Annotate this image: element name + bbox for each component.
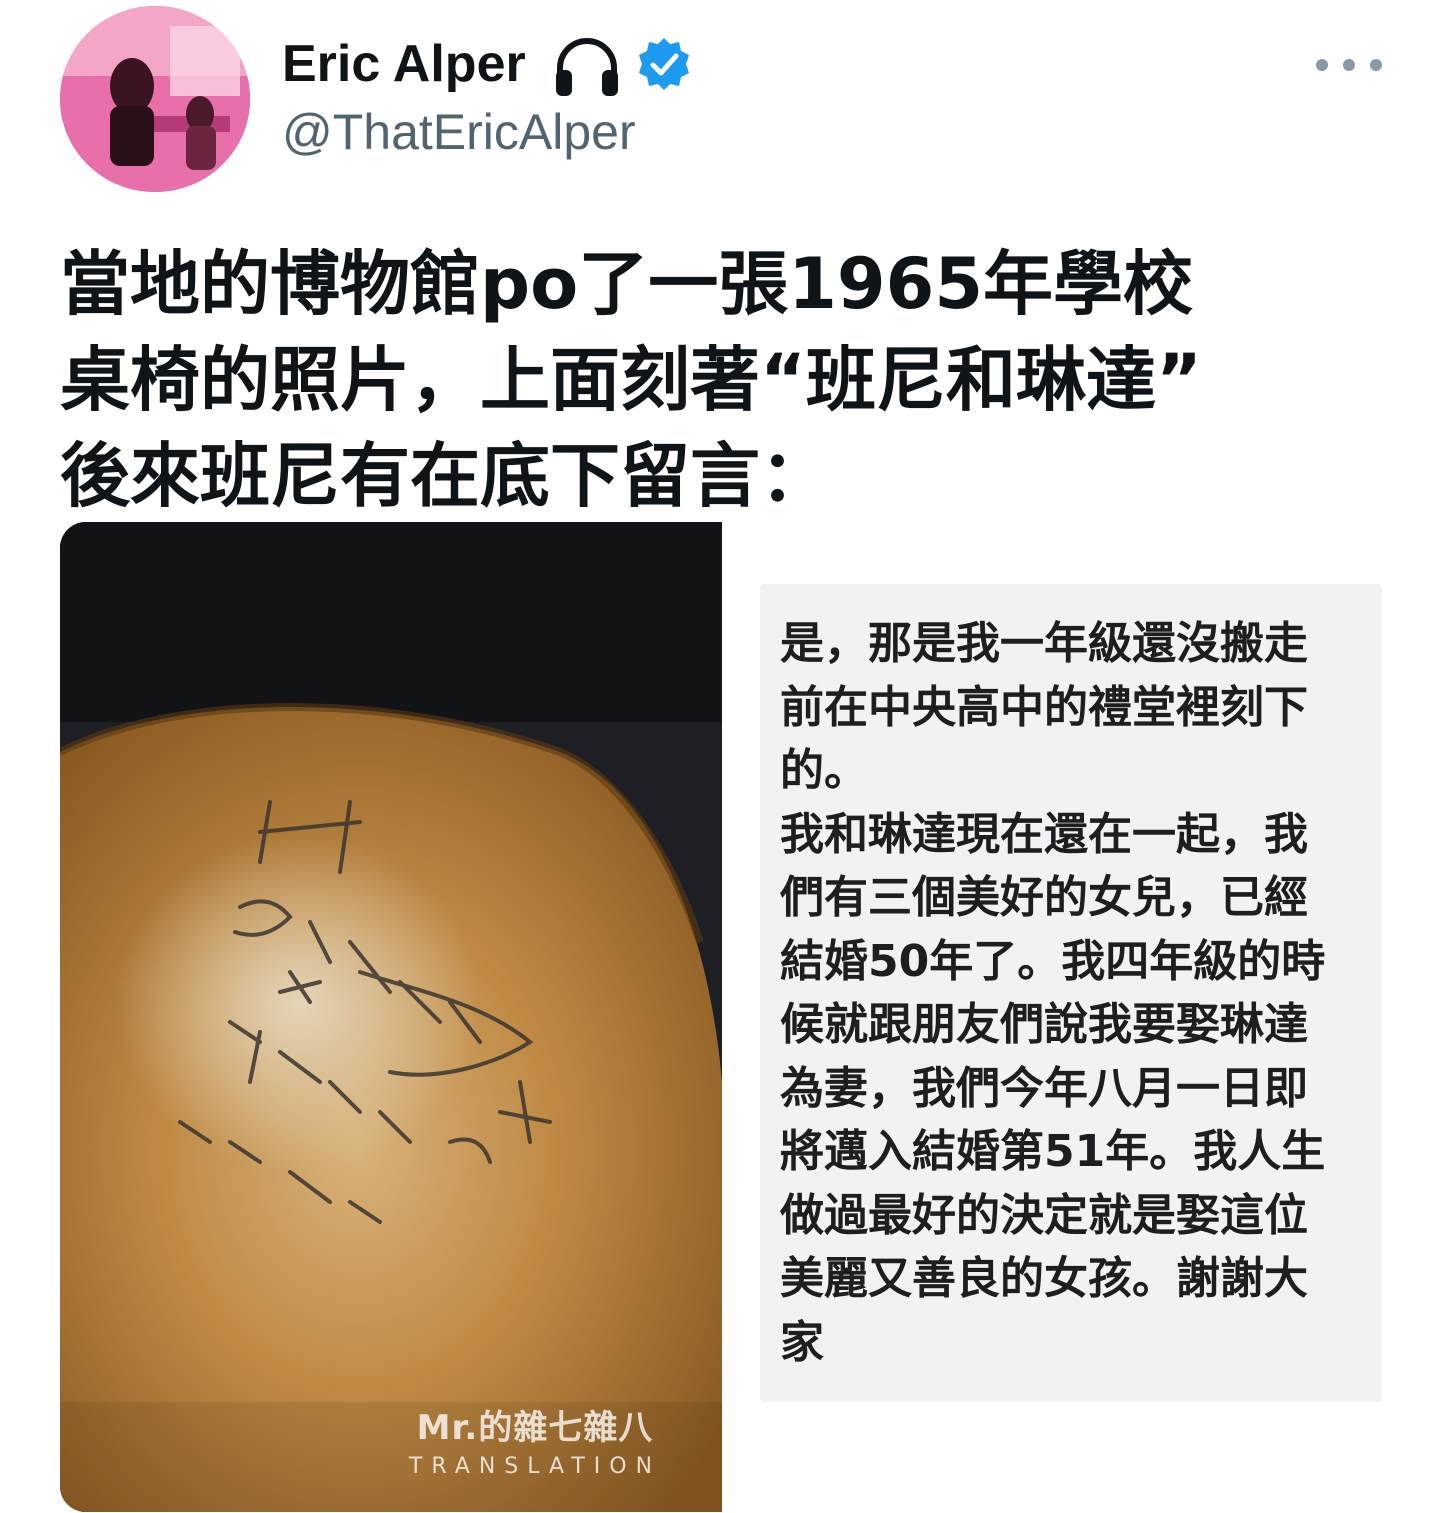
attached-photo[interactable] [60,522,722,1512]
headphones-icon [556,38,618,96]
tweet-line: 後來班尼有在底下留言： [60,435,830,517]
comment-text: 是，那是我一年級還沒搬走 前在中央高中的禮堂裡刻下 的。 我和琳達現在還在一起，… [780,612,1374,1374]
watermark-brand: Mr.的雜七雜八 [416,1408,654,1448]
comment-box: 是，那是我一年級還沒搬走 前在中央高中的禮堂裡刻下 的。 我和琳達現在還在一起，… [760,584,1382,1402]
comment-line: 做過最好的決定就是娶這位 [780,1189,1308,1241]
avatar-photo [60,6,250,192]
comment-line: 家 [780,1316,824,1368]
comment-line: 為妻，我們今年八月一日即 [780,1062,1308,1114]
comment-line: 們有三個美好的女兒，已經 [780,872,1308,923]
comment-line: 將邁入結婚第51年。我人生 [780,1126,1326,1177]
comment-line: 前在中央高中的禮堂裡刻下 [780,681,1308,733]
display-name[interactable]: Eric Alper [282,34,526,94]
comment-line: 美麗又善良的女孩。謝謝大 [780,1253,1308,1304]
more-dots-icon[interactable] [1316,48,1382,82]
desk-photo [60,522,722,1512]
verified-icon [639,38,689,90]
tweet-text: 當地的博物館po了一張1965年學校 桌椅的照片，上面刻著“班尼和琳達” 後來班… [60,236,1320,524]
comment-line: 是，那是我一年級還沒搬走 [780,618,1308,669]
handle[interactable]: @ThatEricAlper [282,102,636,162]
comment-line: 候就跟朋友們說我要娶琳達 [780,999,1308,1050]
watermark: Mr.的雜七雜八 TRANSLATION [380,1408,690,1482]
comment-line: 我和琳達現在還在一起，我 [780,808,1308,860]
comment-line: 結婚50年了。我四年級的時 [780,935,1326,987]
avatar[interactable] [60,6,250,192]
tweet-line: 當地的博物館po了一張1965年學校 [60,243,1194,325]
tweet-line: 桌椅的照片，上面刻著“班尼和琳達” [60,339,1203,421]
comment-line: 的。 [780,745,868,796]
watermark-sub: TRANSLATION [408,1454,662,1479]
